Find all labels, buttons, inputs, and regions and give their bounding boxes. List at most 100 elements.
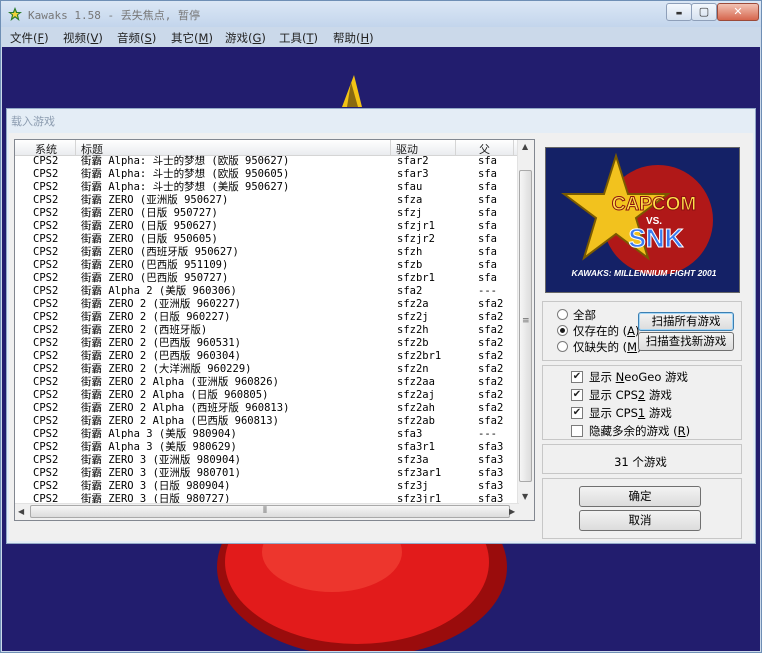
checkbox-display-0[interactable]: ✔ [571,371,583,383]
ok-button[interactable]: 确定 [579,486,701,507]
cell-title: 街霸 ZERO 2 (巴西版 960531) [81,337,241,349]
cancel-button[interactable]: 取消 [579,510,701,531]
scroll-left-icon[interactable]: ◀ [18,507,24,516]
cell-title: 街霸 ZERO (巴西版 951109) [81,259,229,271]
table-row[interactable]: CPS2 街霸 ZERO (亚洲版 950627) sfza sfa [15,194,519,207]
cell-driver: sfzh [397,246,423,258]
table-row[interactable]: CPS2 街霸 ZERO (西班牙版 950627) sfzh sfa [15,246,519,259]
cell-title: 街霸 ZERO (西班牙版 950627) [81,246,239,258]
cell-driver: sfz2ah [397,402,435,414]
table-row[interactable]: CPS2 街霸 ZERO 2 Alpha (亚洲版 960826) sfz2aa sf… [15,376,519,389]
checkbox-label[interactable]: 显示 CPS1 游戏 [589,405,672,421]
checkbox-label[interactable]: 隐藏多余的游戏 (R) [589,423,690,439]
checkbox-label[interactable]: 显示 NeoGeo 游戏 [589,369,688,385]
table-row[interactable]: CPS2 街霸 ZERO (巴西版 950727) sfzbr1 sfa [15,272,519,285]
table-row[interactable]: CPS2 街霸 ZERO 2 (大洋洲版 960229) sfz2n sfa2 [15,363,519,376]
maximize-icon: ▢ [698,5,710,18]
table-row[interactable]: CPS2 街霸 Alpha 3 (美版 980904) sfa3 --- [15,428,519,441]
cell-system: CPS2 [33,272,59,284]
cell-parent: sfa2 [478,389,504,401]
cell-parent: sfa2 [478,337,504,349]
vertical-scrollbar[interactable]: ▲ ≡ ▼ [517,140,534,506]
cell-parent: sfa3 [478,480,504,492]
table-row[interactable]: CPS2 街霸 Alpha 2 (美版 960306) sfa2 --- [15,285,519,298]
minimize-button[interactable]: ▬ [666,3,692,21]
game-list[interactable]: 系统 标题 驱动 父 CPS2 街霸 Alpha: 斗士的梦想 (欧版 95062… [14,139,535,521]
radio-filter-1[interactable] [557,325,568,336]
cell-driver: sfza [397,194,423,206]
table-row[interactable]: CPS2 街霸 ZERO 2 (西班牙版) sfz2h sfa2 [15,324,519,337]
table-row[interactable]: CPS2 街霸 ZERO 3 (亚洲版 980701) sfz3ar1 sfa3 [15,467,519,480]
radio-label[interactable]: 全部 [573,307,596,323]
cell-parent: --- [478,428,497,440]
cell-title: 街霸 ZERO (巴西版 950727) [81,272,229,284]
checkbox-text: eoGeo 游戏 [624,370,689,384]
close-button[interactable]: ✕ [717,3,759,21]
table-row[interactable]: CPS2 街霸 Alpha 3 (美版 980629) sfa3r1 sfa3 [15,441,519,454]
cell-parent: sfa [478,155,497,167]
table-row[interactable]: CPS2 街霸 ZERO (日版 950605) sfzjr2 sfa [15,233,519,246]
menu-item-m[interactable]: 其它(M) [171,30,213,46]
cell-driver: sfz2a [397,298,429,310]
horizontal-scrollbar[interactable]: ◀ ⦀ ▶ [15,503,519,520]
scroll-up-icon[interactable]: ▲ [522,142,528,151]
table-row[interactable]: CPS2 街霸 ZERO 2 (日版 960227) sfz2j sfa2 [15,311,519,324]
table-row[interactable]: CPS2 街霸 ZERO 2 Alpha (日版 960805) sfz2aj sfa… [15,389,519,402]
scan-all-games-button[interactable]: 扫描所有游戏 [638,312,734,331]
checkbox-display-3[interactable] [571,425,583,437]
title-bar[interactable]: Kawaks 1.58 - 丢失焦点, 暂停 ▬ ▢ ✕ [1,1,761,27]
game-rows: CPS2 街霸 Alpha: 斗士的梦想 (欧版 950627) sfar2 sfa C… [15,155,519,506]
kawaks-app-icon [8,7,22,21]
cell-title: 街霸 Alpha: 斗士的梦想 (美版 950627) [81,181,290,193]
cell-title: 街霸 Alpha 3 (美版 980629) [81,441,237,453]
display-options-group: ✔ 显示 NeoGeo 游戏 ✔ 显示 CPS2 游戏 ✔ 显示 CPS1 游戏隐藏多余的… [542,365,742,440]
radio-filter-0[interactable] [557,309,568,320]
menu-accelerator: S [144,31,152,45]
checkbox-label[interactable]: 显示 CPS2 游戏 [589,387,672,403]
checkbox-display-1[interactable]: ✔ [571,389,583,401]
cell-system: CPS2 [33,350,59,362]
table-row[interactable]: CPS2 街霸 Alpha: 斗士的梦想 (欧版 950605) sfar3 sfa [15,168,519,181]
table-row[interactable]: CPS2 街霸 ZERO (日版 950627) sfzjr1 sfa [15,220,519,233]
dialog-title-bar[interactable]: 载入游戏 [7,109,755,131]
radio-accelerator: A [627,324,636,338]
scroll-right-icon[interactable]: ▶ [509,507,515,516]
radio-filter-2[interactable] [557,341,568,352]
menu-item-f[interactable]: 文件(F) [10,30,49,46]
table-row[interactable]: CPS2 街霸 ZERO (巴西版 951109) sfzb sfa [15,259,519,272]
table-row[interactable]: CPS2 街霸 ZERO 3 (亚洲版 980904) sfz3a sfa3 [15,454,519,467]
grip-icon: ⦀ [263,506,267,516]
table-row[interactable]: CPS2 街霸 ZERO 2 Alpha (西班牙版 960813) sfz2ah s… [15,402,519,415]
menu-item-h[interactable]: 帮助(H) [333,30,374,46]
menu-item-g[interactable]: 游戏(G) [225,30,266,46]
cell-driver: sfa3r1 [397,441,435,453]
menu-item-t[interactable]: 工具(T) [279,30,318,46]
cell-system: CPS2 [33,233,59,245]
menu-accelerator: M [198,31,209,45]
table-row[interactable]: CPS2 街霸 ZERO 2 Alpha (巴西版 960813) sfz2ab sf… [15,415,519,428]
vertical-scroll-thumb[interactable]: ≡ [519,170,532,482]
cell-system: CPS2 [33,467,59,479]
cell-driver: sfzb [397,259,423,271]
table-row[interactable]: CPS2 街霸 ZERO (日版 950727) sfzj sfa [15,207,519,220]
radio-label[interactable]: 仅存在的 (A) [573,323,640,339]
horizontal-scroll-thumb[interactable]: ⦀ [30,505,510,518]
menu-label: 工具 [279,31,302,45]
scan-new-games-button[interactable]: 扫描查找新游戏 [638,332,734,351]
table-row[interactable]: CPS2 街霸 ZERO 2 (巴西版 960304) sfz2br1 sfa2 [15,350,519,363]
table-row[interactable]: CPS2 街霸 ZERO 3 (日版 980904) sfz3j sfa3 [15,480,519,493]
cell-system: CPS2 [33,363,59,375]
menu-item-s[interactable]: 音频(S) [117,30,156,46]
table-row[interactable]: CPS2 街霸 ZERO 2 (巴西版 960531) sfz2b sfa2 [15,337,519,350]
load-game-dialog: 载入游戏 系统 标题 驱动 父 CPS2 街霸 Alpha: 斗士的梦想 (欧版 … [6,108,756,544]
logo-subtitle-text: KAWAKS: MILLENNIUM FIGHT 2001 [572,268,717,278]
table-row[interactable]: CPS2 街霸 Alpha: 斗士的梦想 (欧版 950627) sfar2 sfa [15,155,519,168]
checkbox-display-2[interactable]: ✔ [571,407,583,419]
table-row[interactable]: CPS2 街霸 ZERO 2 (亚洲版 960227) sfz2a sfa2 [15,298,519,311]
radio-label[interactable]: 仅缺失的 (M) [573,339,642,355]
cell-parent: sfa [478,181,497,193]
table-row[interactable]: CPS2 街霸 Alpha: 斗士的梦想 (美版 950627) sfau sfa [15,181,519,194]
maximize-button[interactable]: ▢ [691,3,717,21]
menu-item-v[interactable]: 视频(V) [63,30,103,46]
scroll-down-icon[interactable]: ▼ [522,492,528,501]
